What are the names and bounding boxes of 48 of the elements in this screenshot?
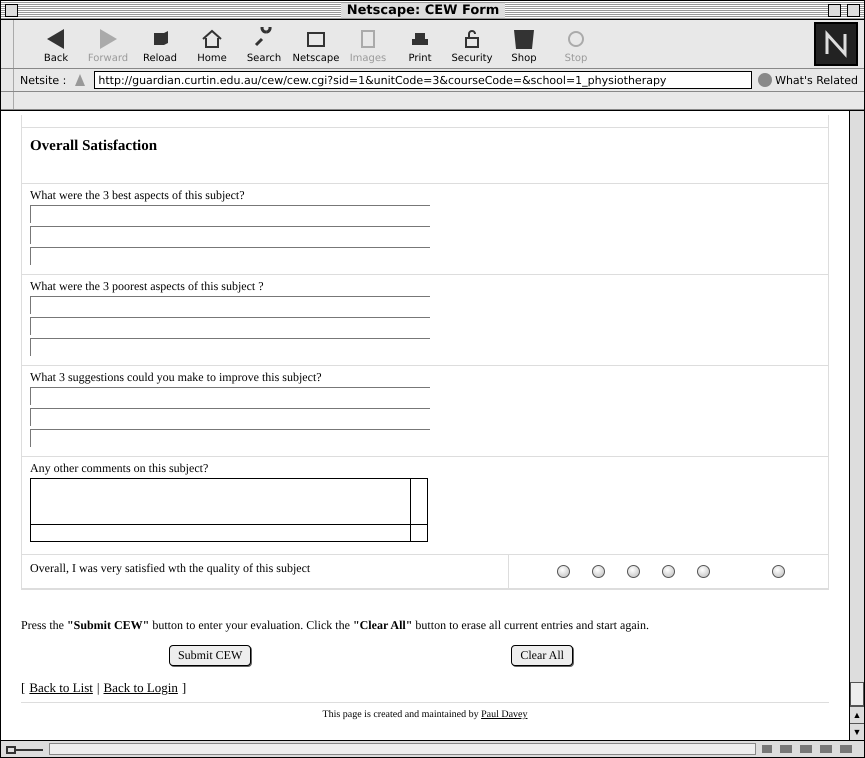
answer-field[interactable] xyxy=(30,387,430,405)
collapse-box[interactable] xyxy=(846,4,860,16)
scroll-thumb[interactable] xyxy=(850,682,864,706)
question-label: What 3 suggestions could you make to improve this subject? xyxy=(30,370,323,385)
close-box[interactable] xyxy=(5,4,18,16)
clear-button[interactable]: Clear All xyxy=(511,645,574,666)
connection-icon xyxy=(5,743,45,755)
answer-field[interactable] xyxy=(30,205,430,223)
answer-field[interactable] xyxy=(30,226,430,244)
toolbar-button[interactable]: Back xyxy=(30,26,82,64)
radio-button[interactable] xyxy=(662,565,675,578)
instructions-text: Press the "Submit CEW" button to enter your evaluation. Click the "Clear All" button to erase all current entries and start again. xyxy=(21,618,650,633)
globe-icon xyxy=(758,73,772,87)
question-label: What were the 3 best aspects of this subject? xyxy=(30,188,246,203)
toolbar-button[interactable]: Reload xyxy=(134,26,186,64)
radio-button[interactable] xyxy=(627,565,640,578)
nav-link[interactable]: Back to List xyxy=(29,680,93,696)
radio-button[interactable] xyxy=(772,565,785,578)
submit-button[interactable]: Submit CEW xyxy=(169,645,252,666)
answer-field[interactable] xyxy=(30,296,430,314)
scrollbar[interactable]: ▲ ▼ xyxy=(849,111,864,740)
question-label: What were the 3 poorest aspects of this subject ? xyxy=(30,279,265,294)
whats-related-button[interactable]: What's Related xyxy=(758,73,858,87)
answer-field[interactable] xyxy=(30,408,430,426)
rating-question: Overall, I was very satisfied wth the quality of this subject xyxy=(22,555,509,588)
answer-field[interactable] xyxy=(30,317,430,335)
bracket: ] xyxy=(182,680,186,696)
comment-box[interactable] xyxy=(30,478,428,542)
toolbar-button[interactable]: Search xyxy=(238,26,290,64)
radio-button[interactable] xyxy=(557,565,570,578)
location-label: Netsite : xyxy=(20,74,66,86)
question-label: Any other comments on this subject? xyxy=(30,461,210,476)
radio-button[interactable] xyxy=(592,565,605,578)
radio-button[interactable] xyxy=(697,565,710,578)
nav-link[interactable]: Back to Login xyxy=(104,680,178,696)
toolbar-button[interactable]: Home xyxy=(186,26,238,64)
section-heading: Overall Satisfaction xyxy=(30,137,158,156)
toolbar-button[interactable]: Netscape xyxy=(290,26,342,64)
separator: | xyxy=(96,680,100,696)
footer-text: This page is created and maintained by xyxy=(322,709,480,720)
toolbar-button[interactable]: Security xyxy=(446,26,498,64)
toolbar-button[interactable]: Print xyxy=(394,26,446,64)
zoom-box[interactable] xyxy=(828,4,841,16)
window-title: Netscape: CEW Form xyxy=(340,2,506,18)
toolbar-button[interactable]: Shop xyxy=(498,26,550,64)
bracket: [ xyxy=(21,680,26,696)
url-field[interactable]: http://guardian.curtin.edu.au/cew/cew.cgi?sid=1&unitCode=3&courseCode=&school=1_physiotherapy xyxy=(94,71,752,89)
author-link[interactable]: Paul Davey xyxy=(481,709,528,720)
